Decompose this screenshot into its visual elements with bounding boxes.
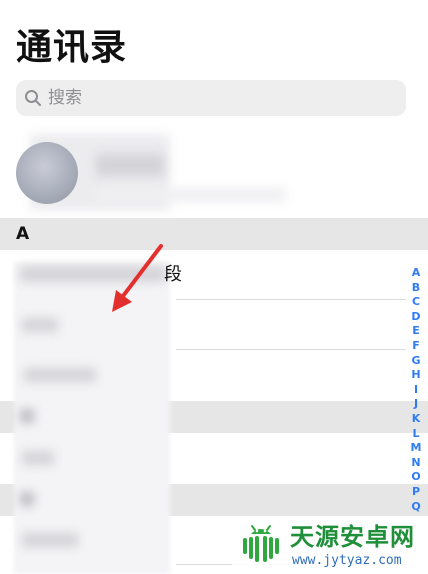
index-letter-b[interactable]: B [412,281,420,296]
redacted-my-name [96,154,164,176]
search-icon [25,90,41,106]
section-letter: A [16,224,30,244]
redacted-my-card-subtitle [96,188,286,202]
alphabet-index-bar[interactable]: ABCDEFGHIJKLMNOPQ [408,266,424,514]
redacted-text [22,318,58,332]
redacted-text [22,533,78,547]
watermark-title: 天源安卓网 [290,523,415,551]
avatar [16,142,78,204]
index-letter-f[interactable]: F [412,339,420,354]
index-letter-l[interactable]: L [412,427,419,442]
index-letter-e[interactable]: E [412,324,420,339]
index-letter-i[interactable]: I [414,383,418,398]
index-letter-p[interactable]: P [412,485,420,500]
contacts-screen: 通讯录 A 段 ABCDEFGHIJKLMNOPQ [0,0,428,574]
search-input[interactable] [46,80,388,116]
search-bar[interactable] [16,80,406,116]
index-letter-d[interactable]: D [411,310,420,325]
watermark: 天源安卓网 www.jytyaz.com [232,516,428,574]
my-card[interactable] [0,132,428,214]
index-letter-c[interactable]: C [412,295,420,310]
index-letter-n[interactable]: N [411,456,420,471]
page-title: 通讯录 [16,27,128,68]
index-letter-h[interactable]: H [411,368,420,383]
red-arrow-icon [112,244,163,312]
redacted-text [24,368,96,382]
section-header-a: A [0,218,428,250]
redacted-text [22,451,54,465]
index-letter-j[interactable]: J [414,397,418,412]
index-letter-q[interactable]: Q [411,500,420,515]
redacted-section-letter [20,409,34,423]
redacted-section-letter [20,492,34,506]
android-logo-icon [243,525,279,562]
index-letter-a[interactable]: A [412,266,421,281]
index-letter-m[interactable]: M [411,441,422,456]
index-letter-g[interactable]: G [411,354,420,369]
index-letter-o[interactable]: O [411,470,420,485]
index-letter-k[interactable]: K [412,412,421,427]
watermark-url: www.jytyaz.com [292,553,402,568]
